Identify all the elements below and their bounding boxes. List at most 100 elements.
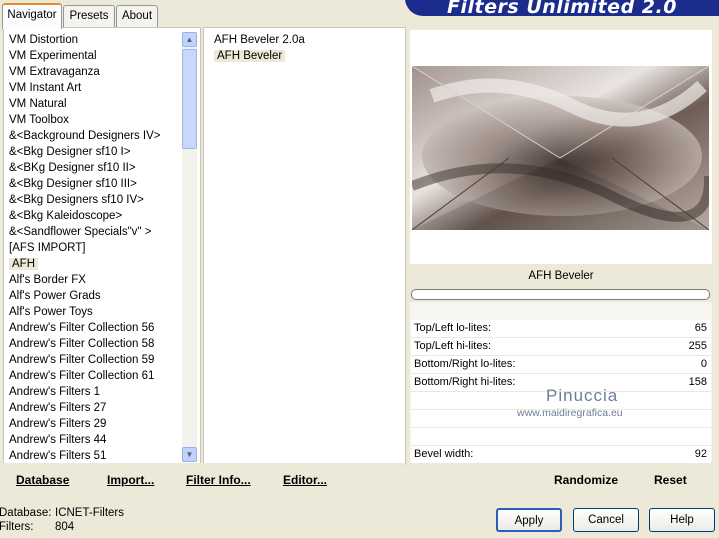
category-item-label: Andrew's Filter Collection 59 [9, 354, 155, 366]
category-item[interactable]: Andrew's Filter Collection 59 [9, 352, 200, 368]
param-label: Top/Left lo-lites: [414, 322, 492, 334]
category-item-label: &<Bkg Kaleidoscope> [9, 210, 123, 222]
category-item[interactable]: Andrew's Filters 29 [9, 416, 200, 432]
param-value: 92 [694, 448, 707, 460]
param-label: Top/Left hi-lites: [414, 340, 492, 352]
filter-list-panel: AFH Beveler 2.0a AFH Beveler [203, 27, 406, 465]
category-item-label: Andrew's Filter Collection 56 [9, 322, 155, 334]
reset-button[interactable]: Reset [654, 472, 687, 488]
filter-info-button[interactable]: Filter Info... [186, 472, 251, 488]
category-item[interactable]: &<Bkg Designer sf10 III> [9, 176, 200, 192]
category-item[interactable]: VM Extravaganza [9, 64, 200, 80]
category-item-label: &<Bkg Designer sf10 III> [9, 178, 137, 190]
param-row[interactable]: Bevel width: 92 [411, 446, 711, 464]
watermark-url: www.maidiregrafica.eu [517, 407, 623, 419]
tab-navigator[interactable]: Navigator [2, 3, 62, 29]
status-database-label: Database: [0, 507, 52, 519]
import-button[interactable]: Import... [107, 472, 154, 488]
param-label: Bottom/Right hi-lites: [414, 376, 516, 388]
database-button[interactable]: Database [16, 472, 69, 488]
progress-bar [411, 289, 710, 300]
category-item-label: Andrew's Filter Collection 58 [9, 338, 155, 350]
category-item-label: VM Experimental [9, 50, 97, 62]
cancel-button[interactable]: Cancel [573, 508, 639, 532]
param-label: Bottom/Right lo-lites: [414, 358, 516, 370]
param-row[interactable]: Top/Left lo-lites: 65 [411, 320, 711, 338]
filter-title: AFH Beveler [410, 265, 712, 287]
category-item[interactable]: Alf's Power Toys [9, 304, 200, 320]
category-item[interactable]: &<Bkg Kaleidoscope> [9, 208, 200, 224]
category-item[interactable]: VM Toolbox [9, 112, 200, 128]
editor-button[interactable]: Editor... [283, 472, 327, 488]
category-item-label: &<Bkg Designer sf10 I> [9, 146, 131, 158]
category-item[interactable]: VM Natural [9, 96, 200, 112]
category-item-label: Andrew's Filters 27 [9, 402, 107, 414]
category-item-label: Andrew's Filters 51 [9, 450, 107, 462]
app-title: Filters Unlimited 2.0 [447, 0, 677, 18]
category-item-label: Andrew's Filters 1 [9, 386, 101, 398]
param-row[interactable]: Top/Left hi-lites: 255 [411, 338, 711, 356]
param-row[interactable]: Bottom/Right lo-lites: 0 [411, 356, 711, 374]
category-item-label: Andrew's Filters 29 [9, 418, 107, 430]
category-item-label: &<Background Designers IV> [9, 130, 161, 142]
filter-item-label: AFH Beveler [214, 50, 286, 62]
category-item[interactable]: Andrew's Filters 27 [9, 400, 200, 416]
category-item[interactable]: AFH [9, 256, 200, 272]
watermark-title: Pinuccia [546, 386, 619, 405]
category-item[interactable]: &<BKg Designer sf10 II> [9, 160, 200, 176]
param-value: 0 [700, 358, 707, 370]
category-item-label: &<BKg Designer sf10 II> [9, 162, 136, 174]
category-item[interactable]: VM Distortion [9, 32, 200, 48]
category-item-label: [AFS IMPORT] [9, 242, 86, 254]
category-item[interactable]: Alf's Power Grads [9, 288, 200, 304]
category-item[interactable]: Andrew's Filters 1 [9, 384, 200, 400]
category-item-label: Alf's Power Grads [9, 290, 101, 302]
param-value: 255 [688, 340, 707, 352]
filter-list[interactable]: AFH Beveler 2.0a AFH Beveler [214, 32, 405, 64]
filter-item[interactable]: AFH Beveler [214, 48, 405, 64]
category-item[interactable]: Alf's Border FX [9, 272, 200, 288]
category-item[interactable]: [AFS IMPORT] [9, 240, 200, 256]
category-item[interactable]: &<Background Designers IV> [9, 128, 200, 144]
category-item[interactable]: Andrew's Filter Collection 58 [9, 336, 200, 352]
tab-presets[interactable]: Presets [63, 5, 115, 27]
category-list-panel: VM Distortion VM Experimental VM Extravaga… [3, 27, 201, 465]
category-item-label: &<Bkg Designers sf10 IV> [9, 194, 144, 206]
category-item[interactable]: VM Experimental [9, 48, 200, 64]
category-item-label: VM Instant Art [9, 82, 82, 94]
category-item-label: VM Natural [9, 98, 67, 110]
category-list[interactable]: VM Distortion VM Experimental VM Extravaga… [9, 32, 200, 464]
category-item-label: &<Sandflower Specials"v" > [9, 226, 152, 238]
category-item[interactable]: Andrew's Filters 44 [9, 432, 200, 448]
category-item[interactable]: Andrew's Filters 51 [9, 448, 200, 464]
preview-image [412, 66, 709, 230]
category-item[interactable]: VM Instant Art [9, 80, 200, 96]
scroll-up-button[interactable]: ▲ [182, 32, 197, 47]
tab-about[interactable]: About [116, 5, 158, 27]
category-item[interactable]: &<Bkg Designers sf10 IV> [9, 192, 200, 208]
status-filters-label: Filters: [0, 521, 34, 533]
category-scrollbar[interactable]: ▲ ▼ [182, 32, 197, 462]
randomize-button[interactable]: Randomize [554, 472, 618, 488]
category-item-label: AFH [9, 258, 38, 270]
filter-item-label: AFH Beveler 2.0a [214, 34, 305, 46]
category-item[interactable]: Andrew's Filter Collection 61 [9, 368, 200, 384]
apply-button[interactable]: Apply [496, 508, 562, 532]
category-item-label: Alf's Power Toys [9, 306, 93, 318]
category-item-label: VM Distortion [9, 34, 79, 46]
status-database-value: ICNET-Filters [55, 507, 124, 519]
category-item[interactable]: &<Bkg Designer sf10 I> [9, 144, 200, 160]
category-item[interactable]: Andrew's Filter Collection 56 [9, 320, 200, 336]
category-item[interactable]: &<Sandflower Specials"v" > [9, 224, 200, 240]
category-item-label: VM Extravaganza [9, 66, 100, 78]
scroll-down-button[interactable]: ▼ [182, 447, 197, 462]
status-filters-value: 804 [55, 521, 75, 533]
filter-item[interactable]: AFH Beveler 2.0a [214, 32, 405, 48]
param-value: 158 [688, 376, 707, 388]
category-item-label: Andrew's Filter Collection 61 [9, 370, 155, 382]
category-item-label: Alf's Border FX [9, 274, 86, 286]
category-item-label: Andrew's Filters 44 [9, 434, 107, 446]
param-row[interactable] [411, 428, 711, 446]
help-button[interactable]: Help [649, 508, 715, 532]
scroll-thumb[interactable] [182, 49, 197, 149]
